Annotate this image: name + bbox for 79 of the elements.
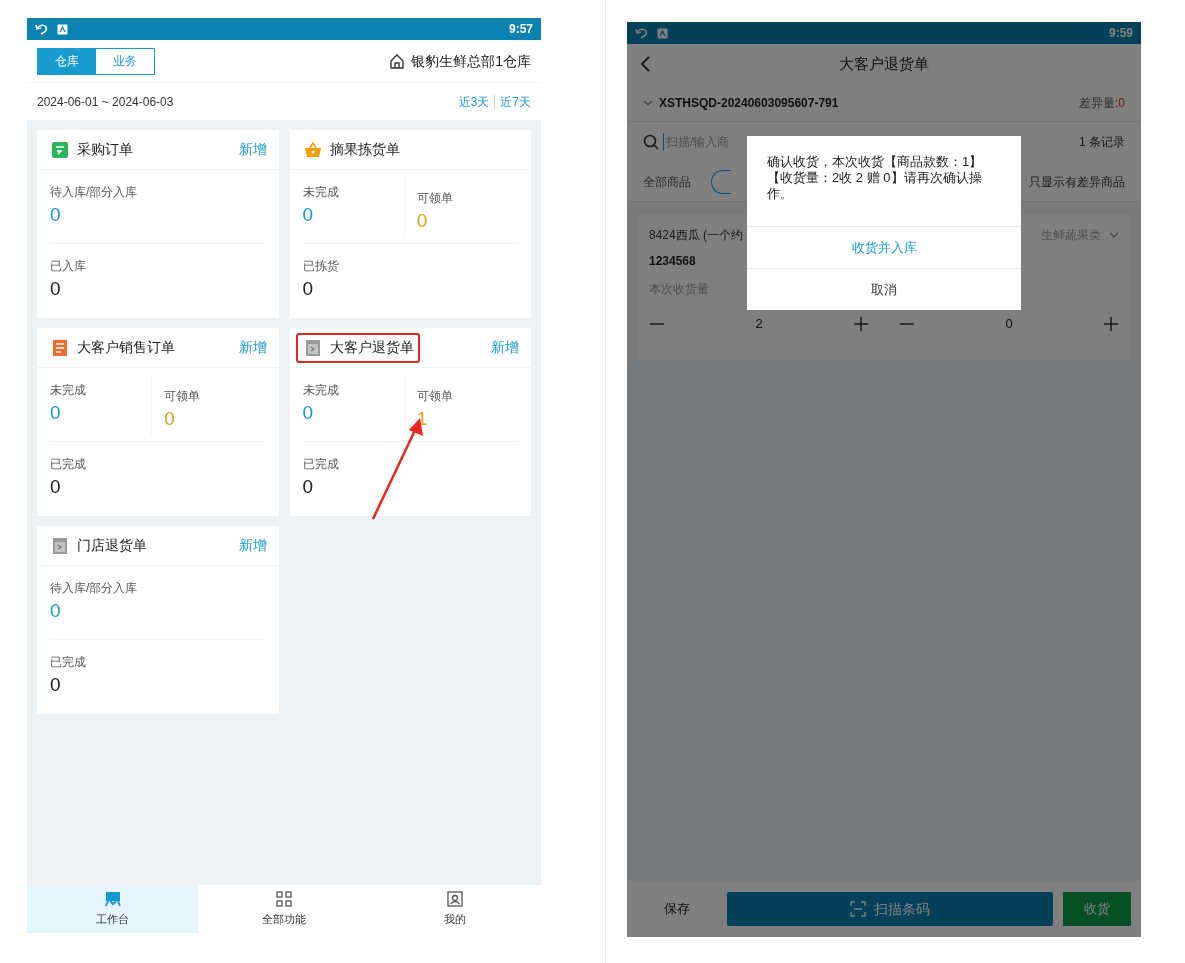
stat-value: 0 xyxy=(50,475,62,499)
quantity-value: 2 xyxy=(754,315,764,333)
stat-value: 0 xyxy=(50,401,62,425)
page-title: 大客户退货单 xyxy=(839,53,929,74)
stat-label: 已完成 xyxy=(50,456,87,473)
add-link[interactable]: 新增 xyxy=(238,337,267,358)
add-link[interactable]: 新增 xyxy=(238,139,267,160)
dialog-message: 确认收货，本次收货【商品款数：1】【收货量：2收 2 赠 0】请再次确认操作。 xyxy=(766,153,984,203)
add-link[interactable]: 新增 xyxy=(491,337,519,358)
card-title: 门店退货单 xyxy=(77,536,147,555)
return-document-icon xyxy=(303,338,322,357)
record-count: 1 条记录 xyxy=(1079,134,1125,151)
stat-value: 0 xyxy=(50,673,62,697)
stat-value: 0 xyxy=(302,401,315,425)
plus-icon[interactable] xyxy=(1103,315,1119,332)
scan-icon xyxy=(850,901,866,917)
plus-icon[interactable] xyxy=(853,315,869,332)
chevron-down-icon xyxy=(1109,231,1119,239)
return-document-icon xyxy=(51,536,69,555)
stat-label: 未完成 xyxy=(50,382,87,399)
card-title: 大客户退货单 xyxy=(329,338,414,357)
stat-value: 0 xyxy=(50,203,62,227)
list-icon xyxy=(51,338,69,357)
date-range: 2024-06-01 ~ 2024-06-03 xyxy=(37,93,174,111)
stat-label: 未完成 xyxy=(302,184,340,201)
stat-value: 0 xyxy=(302,203,315,227)
dialog-button[interactable]: 收货并入库 xyxy=(747,226,1021,268)
stat-value: 0 xyxy=(50,599,62,623)
date-range-link[interactable]: 近3天 xyxy=(458,92,490,111)
notification-icon xyxy=(57,23,68,35)
quantity-value: 0 xyxy=(1004,315,1014,333)
stat-value: 0 xyxy=(50,277,62,301)
date-range-link[interactable]: 近7天 xyxy=(500,92,531,111)
difference-value: 0 xyxy=(1118,94,1125,112)
stat-label: 已完成 xyxy=(302,456,340,473)
add-link[interactable]: 新增 xyxy=(238,535,267,556)
product-name: 8424西瓜 (一个约 xyxy=(649,227,744,244)
stat-value: 0 xyxy=(416,209,429,233)
back-icon[interactable] xyxy=(639,55,651,73)
grid-icon xyxy=(275,890,293,909)
stat-label: 待入库/部分入库 xyxy=(50,580,139,597)
dialog-button[interactable]: 取消 xyxy=(747,268,1021,310)
filter-tab[interactable]: 全部商品 xyxy=(643,172,691,191)
stat-value: 0 xyxy=(164,407,176,431)
status-time: 9:57 xyxy=(508,21,533,38)
stat-label: 已完成 xyxy=(50,654,87,671)
back-arrow-icon xyxy=(635,27,649,39)
stat-label: 可领单 xyxy=(416,190,454,207)
profile-icon xyxy=(446,890,465,909)
warehouse-name: 银豹生鲜总部1仓库 xyxy=(411,51,531,71)
stat-label: 未完成 xyxy=(302,382,340,399)
notification-icon xyxy=(657,27,668,39)
basket-icon xyxy=(303,140,322,159)
chevron-down-icon xyxy=(643,98,653,107)
home-icon xyxy=(389,53,406,69)
stat-label: 可领单 xyxy=(416,388,454,405)
stat-label: 已入库 xyxy=(50,258,87,275)
scan-button[interactable]: 扫描条码 xyxy=(727,892,1053,926)
difference-filter[interactable]: 只显示有差异商品 xyxy=(1029,172,1125,191)
difference-label: 差异量: xyxy=(1078,94,1119,112)
save-button[interactable]: 保存 xyxy=(637,899,717,919)
nav-tab[interactable]: 工作台 xyxy=(27,885,199,933)
card-title: 摘果拣货单 xyxy=(329,140,400,159)
stat-value: 0 xyxy=(302,277,315,301)
tab[interactable]: 仓库 xyxy=(38,48,96,74)
stat-label: 已拣货 xyxy=(302,258,340,275)
product-code: 1234568 xyxy=(649,253,696,270)
back-arrow-icon xyxy=(35,23,49,35)
card-title: 采购订单 xyxy=(77,140,133,159)
desk-icon xyxy=(103,890,122,909)
status-time: 9:59 xyxy=(1108,25,1133,42)
order-number: XSTHSQD-20240603095607-791 xyxy=(659,94,839,112)
document-icon xyxy=(51,140,69,159)
stat-value: 0 xyxy=(302,475,315,499)
stat-label: 待入库/部分入库 xyxy=(50,184,139,201)
stat-label: 可领单 xyxy=(164,388,202,405)
search-icon xyxy=(643,134,659,150)
receive-button[interactable]: 收货 xyxy=(1063,892,1131,926)
card-title: 大客户销售订单 xyxy=(77,338,175,357)
